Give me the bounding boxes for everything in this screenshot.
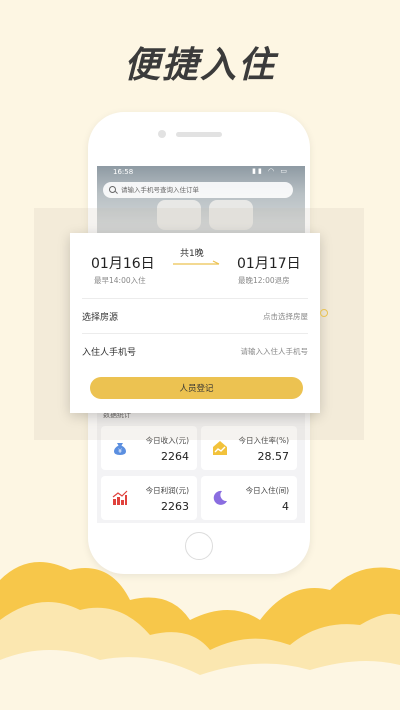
- moon-icon: [213, 490, 227, 505]
- signal-wifi-battery-icon: ▮▮ ◠ ▭: [252, 167, 289, 175]
- search-icon: [109, 186, 116, 193]
- search-placeholder: 请输入手机号查询入住订单: [121, 186, 199, 194]
- stat-value: 28.57: [257, 450, 290, 463]
- status-time: 16:58: [113, 168, 134, 176]
- stat-label: 今日利润(元): [145, 486, 189, 495]
- stat-card-checkins[interactable]: 今日入住(间) 4: [201, 476, 297, 520]
- stat-card-profit[interactable]: 今日利润(元) 2263: [101, 476, 197, 520]
- cloud-decoration: [0, 562, 400, 710]
- booking-card: 01月16日 最早14:00入住 共1晚 01月17日 最晚12:00退房 选择…: [70, 233, 320, 413]
- divider: [82, 298, 308, 299]
- checkin-date[interactable]: 01月16日: [91, 253, 155, 273]
- bar-chart-icon: [112, 490, 128, 505]
- page-headline: 便捷入住: [123, 45, 276, 86]
- checkout-note: 最晚12:00退房: [238, 276, 290, 285]
- room-label: 选择房源: [82, 313, 119, 323]
- checkout-date[interactable]: 01月17日: [237, 253, 301, 273]
- phone-camera: [158, 130, 166, 138]
- stat-label: 今日入住(间): [245, 486, 289, 495]
- phone-speaker: [176, 132, 222, 137]
- checkin-note: 最早14:00入住: [94, 276, 146, 285]
- location-pin-icon: [320, 309, 328, 317]
- phone-label: 入住人手机号: [82, 348, 137, 358]
- nights-count: 共1晚: [180, 249, 204, 259]
- order-search-input[interactable]: 请输入手机号查询入住订单: [103, 182, 293, 198]
- stat-value: 4: [282, 500, 289, 513]
- status-bar: 16:58 ▮▮ ◠ ▭: [97, 166, 305, 180]
- guest-phone-input[interactable]: 请输入入住人手机号: [241, 346, 309, 357]
- stat-value: 2263: [161, 500, 189, 513]
- stat-value: 2264: [161, 450, 189, 463]
- register-button[interactable]: 人员登记: [90, 377, 303, 399]
- divider: [82, 333, 308, 334]
- money-bag-icon: ¥: [114, 443, 126, 455]
- select-room-link[interactable]: 点击选择房屋: [263, 311, 308, 322]
- arrow-right-icon: [173, 260, 220, 265]
- svg-text:¥: ¥: [118, 448, 122, 455]
- house-chart-icon: [213, 441, 227, 455]
